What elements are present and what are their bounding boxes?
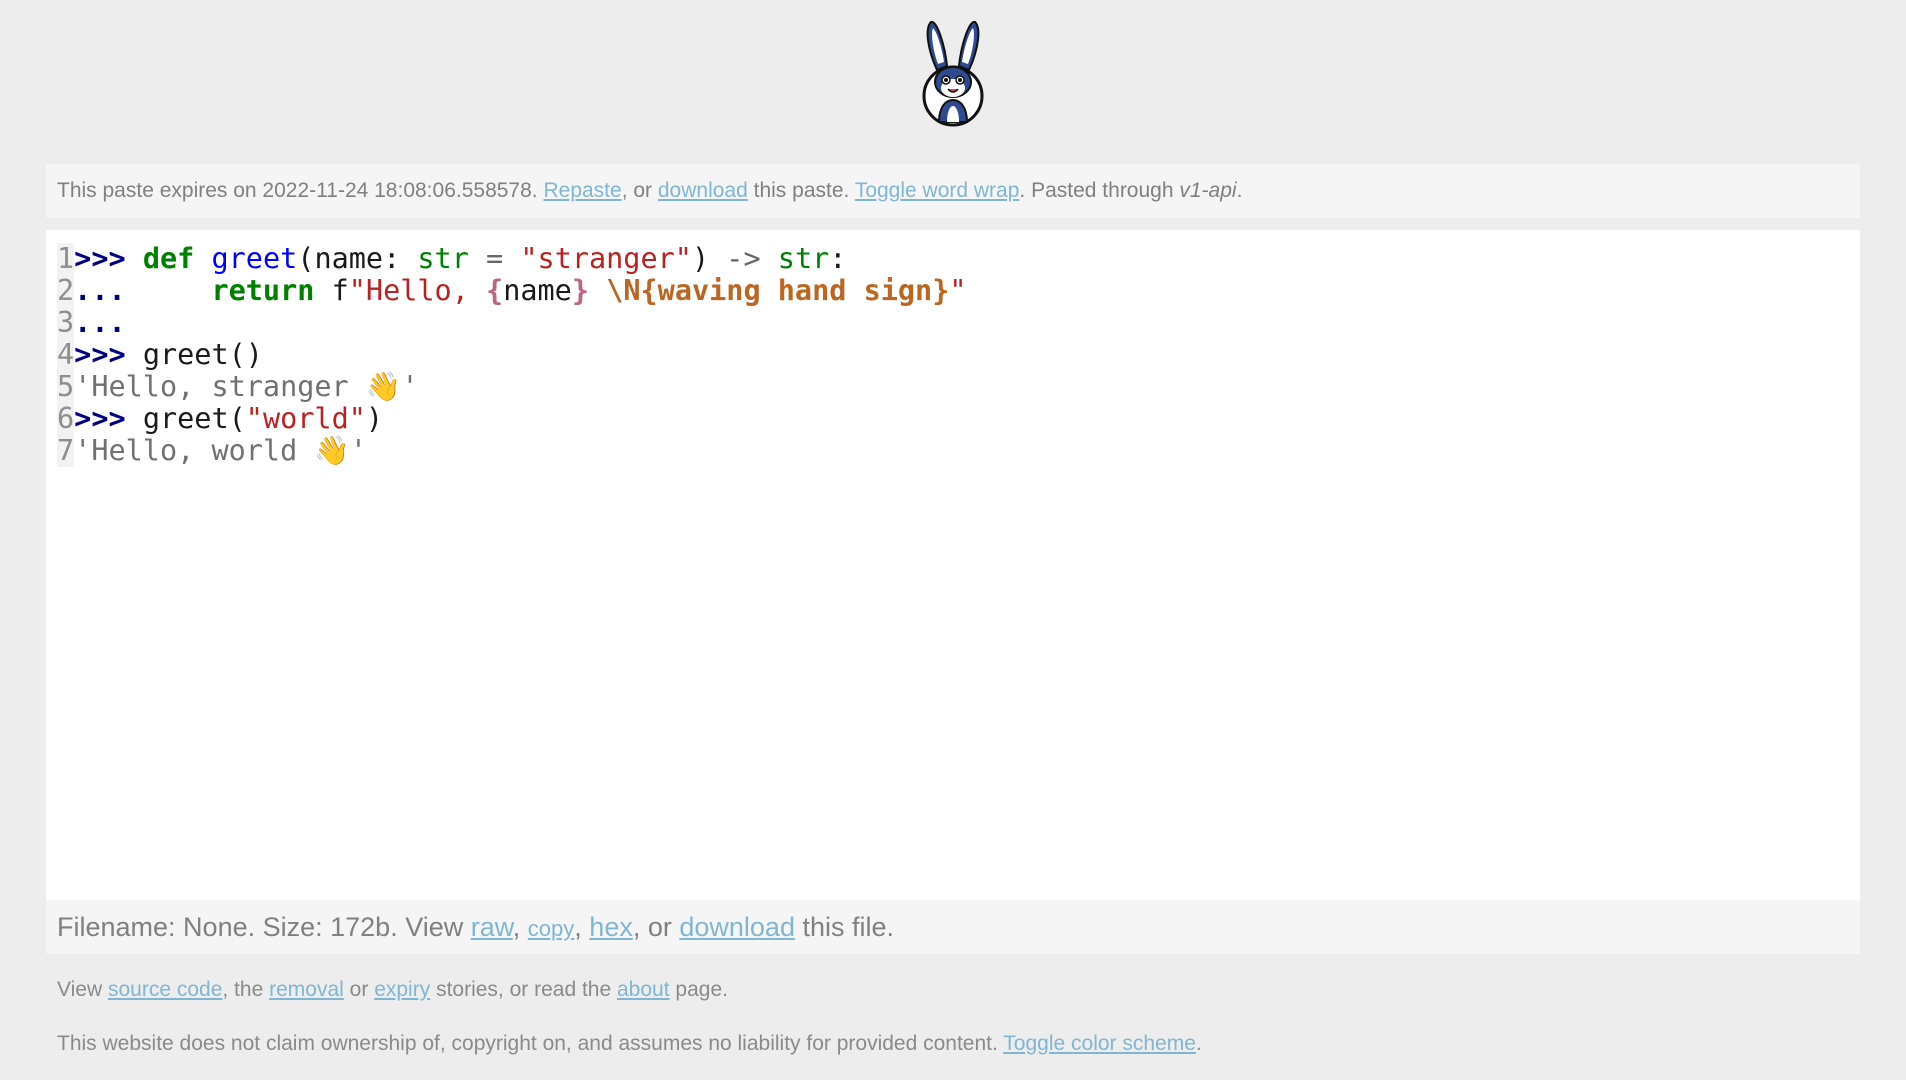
line-number: 6	[57, 402, 75, 435]
escape-sequence: \N{waving hand sign}	[606, 274, 950, 307]
line-number: 3	[57, 306, 75, 339]
raw-link[interactable]: raw	[471, 912, 513, 942]
line-number: 1	[57, 242, 75, 275]
download-file-link[interactable]: download	[679, 912, 795, 942]
function-name: greet	[211, 242, 298, 275]
view-text: View	[57, 978, 103, 1001]
string-literal	[589, 274, 606, 307]
waving-hand-icon: 👋	[314, 434, 350, 467]
prompt: ...	[74, 274, 126, 307]
footer-disclaimer: This website does not claim ownership of…	[57, 1032, 1202, 1056]
code-line-6: >>> greet("world")	[74, 403, 966, 435]
operator: ->	[726, 242, 761, 275]
code-line-7: 'Hello, world 👋'	[74, 435, 966, 467]
code-token: :	[829, 242, 847, 275]
removal-link[interactable]: removal	[269, 978, 344, 1001]
code-token: )	[691, 242, 727, 275]
string-literal: "stranger"	[520, 242, 692, 275]
code-token: f	[331, 274, 349, 307]
hex-link[interactable]: hex	[589, 912, 633, 942]
builtin-type: str	[417, 242, 469, 275]
code-table: 1234567 >>> def greet(name: str = "stran…	[57, 243, 967, 467]
source-code-link[interactable]: source code	[108, 978, 222, 1001]
repaste-link[interactable]: Repaste	[543, 179, 621, 202]
this-paste-text: this paste.	[753, 179, 850, 202]
output: 'Hello, stranger	[74, 370, 366, 403]
code-token: greet(	[142, 402, 246, 435]
period: .	[1195, 1032, 1202, 1055]
code-token: name	[503, 274, 572, 307]
copy-link[interactable]: copy	[528, 916, 574, 941]
logo-container	[0, 18, 1906, 133]
file-info-bar: Filename: None. Size: 172b. View raw, co…	[46, 900, 1860, 954]
code-viewer[interactable]: 1234567 >>> def greet(name: str = "stran…	[46, 230, 1860, 900]
prompt: >>>	[74, 338, 126, 371]
footer-links: View source code, the removal or expiry …	[57, 978, 728, 1002]
line-numbers: 1234567	[57, 242, 75, 467]
line-number: 4	[57, 338, 75, 371]
line-number: 5	[57, 370, 75, 403]
interpolation: {	[486, 274, 504, 307]
period: .	[1236, 179, 1243, 202]
code-line-4: >>> greet()	[74, 339, 966, 371]
output: '	[401, 370, 419, 403]
string-literal: "	[949, 274, 967, 307]
operator: =	[468, 242, 521, 275]
code-line-2: ... return f"Hello, {name} \N{waving han…	[74, 275, 966, 307]
code-line-5: 'Hello, stranger 👋'	[74, 371, 966, 403]
prompt: >>>	[74, 242, 126, 275]
prompt: >>>	[74, 402, 126, 435]
line-number: 7	[57, 434, 75, 467]
download-paste-link[interactable]: download	[658, 179, 748, 202]
output: 'Hello, world	[74, 434, 315, 467]
interpolation: }	[571, 274, 590, 307]
code-token: )	[365, 402, 384, 435]
stories-text: stories, or read the	[436, 978, 612, 1001]
keyword: def	[142, 242, 195, 275]
or-text: or	[349, 978, 369, 1001]
paste-info-bar: This paste expires on 2022-11-24 18:08:0…	[46, 164, 1860, 218]
builtin-type: str	[777, 242, 830, 275]
rabbit-logo-icon	[922, 21, 984, 127]
output: '	[349, 434, 368, 467]
disclaimer-text: This website does not claim ownership of…	[57, 1032, 998, 1055]
expiry-link[interactable]: expiry	[374, 978, 430, 1001]
expiry-text: This paste expires on 2022-11-24 18:08:0…	[57, 179, 538, 202]
string-literal: "world"	[245, 402, 366, 435]
code-token: (name:	[297, 242, 418, 275]
keyword: return	[211, 274, 315, 307]
or-text: , or	[632, 912, 672, 942]
waving-hand-icon: 👋	[365, 370, 402, 403]
line-number: 2	[57, 274, 75, 307]
paste-source: v1-api	[1179, 179, 1237, 202]
about-link[interactable]: about	[617, 978, 670, 1001]
toggle-word-wrap-link[interactable]: Toggle word wrap	[855, 179, 1020, 202]
separator-text: , or	[621, 179, 653, 202]
pasted-through-text: . Pasted through	[1019, 179, 1174, 202]
file-info-text: Filename: None. Size: 172b. View	[57, 912, 464, 942]
string-literal: "Hello,	[348, 274, 487, 307]
the-text: , the	[222, 978, 264, 1001]
this-file-text: this file.	[802, 912, 895, 942]
code-token: greet()	[142, 338, 263, 371]
page-text: page.	[675, 978, 728, 1001]
prompt: ...	[74, 306, 126, 339]
code-line-3: ...	[74, 307, 966, 339]
toggle-color-scheme-link[interactable]: Toggle color scheme	[1003, 1032, 1196, 1055]
code-line-1: >>> def greet(name: str = "stranger") ->…	[74, 243, 966, 275]
source-code: >>> def greet(name: str = "stranger") ->…	[74, 243, 966, 467]
